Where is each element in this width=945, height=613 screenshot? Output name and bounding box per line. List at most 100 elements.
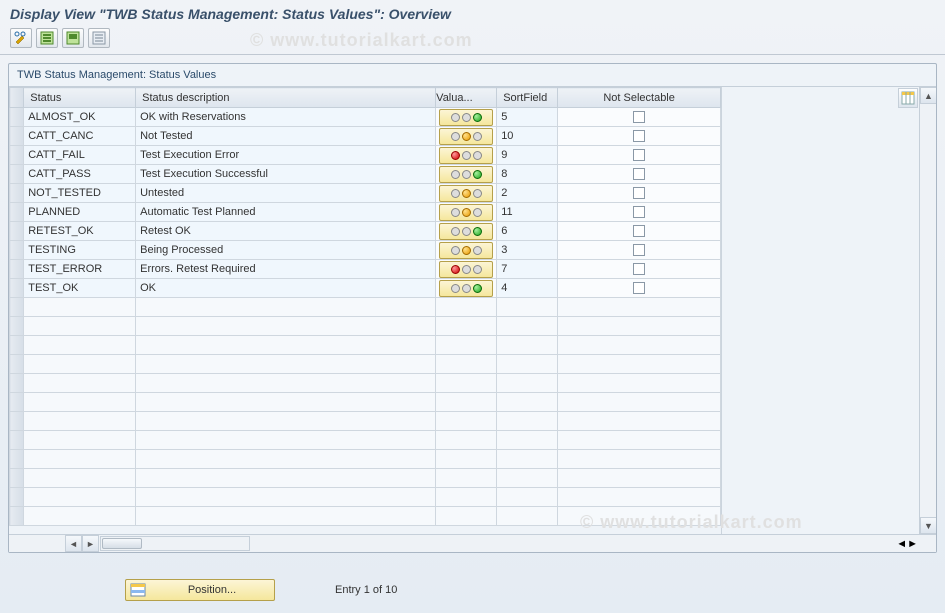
status-cell[interactable]: RETEST_OK: [24, 222, 135, 240]
sortfield-cell[interactable]: [497, 469, 557, 487]
not-selectable-cell[interactable]: [558, 450, 720, 468]
description-cell[interactable]: [136, 317, 435, 335]
valuation-button[interactable]: [439, 185, 493, 202]
description-cell[interactable]: Automatic Test Planned: [136, 203, 435, 221]
valuation-button[interactable]: [439, 204, 493, 221]
sortfield-cell[interactable]: 9: [497, 146, 557, 164]
valuation-cell[interactable]: [436, 317, 496, 335]
description-cell[interactable]: [136, 336, 435, 354]
scrollbar-track[interactable]: [100, 536, 250, 551]
status-cell[interactable]: ALMOST_OK: [24, 108, 135, 126]
not-selectable-cell[interactable]: [558, 317, 720, 335]
valuation-cell[interactable]: [436, 374, 496, 392]
description-cell[interactable]: [136, 393, 435, 411]
status-cell[interactable]: [24, 412, 135, 430]
not-selectable-cell[interactable]: [558, 298, 720, 316]
row-selector[interactable]: [10, 469, 24, 488]
sortfield-cell[interactable]: 6: [497, 222, 557, 240]
description-cell[interactable]: Not Tested: [136, 127, 435, 145]
not-selectable-cell[interactable]: [558, 374, 720, 392]
status-cell[interactable]: [24, 488, 135, 506]
description-cell[interactable]: [136, 507, 435, 525]
select-block-button[interactable]: [62, 28, 84, 48]
sortfield-cell[interactable]: [497, 393, 557, 411]
valuation-button[interactable]: [439, 280, 493, 297]
status-cell[interactable]: TEST_ERROR: [24, 260, 135, 278]
description-cell[interactable]: [136, 488, 435, 506]
status-cell[interactable]: CATT_FAIL: [24, 146, 135, 164]
description-cell[interactable]: [136, 469, 435, 487]
description-cell[interactable]: OK: [136, 279, 435, 297]
sortfield-cell[interactable]: 8: [497, 165, 557, 183]
status-cell[interactable]: [24, 317, 135, 335]
status-cell[interactable]: [24, 374, 135, 392]
row-selector[interactable]: [10, 298, 24, 317]
sortfield-cell[interactable]: 7: [497, 260, 557, 278]
scroll-right-button[interactable]: ►: [82, 535, 99, 552]
not-selectable-checkbox[interactable]: [633, 225, 645, 237]
scroll-left-button[interactable]: ◄: [896, 538, 907, 550]
not-selectable-cell[interactable]: [558, 431, 720, 449]
not-selectable-checkbox[interactable]: [633, 168, 645, 180]
valuation-cell[interactable]: [436, 431, 496, 449]
row-selector[interactable]: [10, 165, 24, 184]
row-selector[interactable]: [10, 222, 24, 241]
valuation-cell[interactable]: [436, 393, 496, 411]
status-cell[interactable]: TESTING: [24, 241, 135, 259]
sortfield-cell[interactable]: [497, 374, 557, 392]
not-selectable-cell[interactable]: [558, 336, 720, 354]
status-cell[interactable]: [24, 393, 135, 411]
description-cell[interactable]: Test Execution Error: [136, 146, 435, 164]
valuation-button[interactable]: [439, 261, 493, 278]
not-selectable-checkbox[interactable]: [633, 111, 645, 123]
valuation-cell[interactable]: [436, 507, 496, 525]
status-cell[interactable]: [24, 507, 135, 525]
scroll-down-button[interactable]: ▼: [920, 517, 936, 534]
horizontal-scrollbar-right[interactable]: ◄ ►: [896, 538, 936, 550]
sortfield-cell[interactable]: 10: [497, 127, 557, 145]
description-cell[interactable]: [136, 450, 435, 468]
status-cell[interactable]: PLANNED: [24, 203, 135, 221]
horizontal-scrollbar-left[interactable]: ◄ ►: [9, 535, 722, 552]
sortfield-cell[interactable]: [497, 450, 557, 468]
sortfield-cell[interactable]: [497, 317, 557, 335]
not-selectable-cell[interactable]: [558, 507, 720, 525]
select-all-button[interactable]: [36, 28, 58, 48]
status-cell[interactable]: [24, 355, 135, 373]
sortfield-cell[interactable]: 5: [497, 108, 557, 126]
row-selector[interactable]: [10, 260, 24, 279]
row-selector[interactable]: [10, 412, 24, 431]
status-cell[interactable]: [24, 336, 135, 354]
scroll-left-button[interactable]: ◄: [65, 535, 82, 552]
row-selector[interactable]: [10, 450, 24, 469]
row-selector[interactable]: [10, 108, 24, 127]
column-header-valuation[interactable]: Valua...: [436, 88, 497, 108]
deselect-all-button[interactable]: [88, 28, 110, 48]
not-selectable-cell[interactable]: [558, 412, 720, 430]
valuation-cell[interactable]: [436, 355, 496, 373]
row-selector[interactable]: [10, 203, 24, 222]
valuation-cell[interactable]: [436, 450, 496, 468]
description-cell[interactable]: [136, 431, 435, 449]
column-header-not-selectable[interactable]: Not Selectable: [558, 88, 721, 108]
row-selector[interactable]: [10, 431, 24, 450]
sortfield-cell[interactable]: [497, 336, 557, 354]
description-cell[interactable]: Errors. Retest Required: [136, 260, 435, 278]
scroll-right-button[interactable]: ►: [907, 538, 918, 550]
row-selector[interactable]: [10, 393, 24, 412]
description-cell[interactable]: OK with Reservations: [136, 108, 435, 126]
description-cell[interactable]: Untested: [136, 184, 435, 202]
status-cell[interactable]: CATT_PASS: [24, 165, 135, 183]
column-header-description[interactable]: Status description: [136, 88, 436, 108]
valuation-button[interactable]: [439, 223, 493, 240]
position-button[interactable]: Position...: [125, 579, 275, 601]
row-selector[interactable]: [10, 146, 24, 165]
row-selector[interactable]: [10, 279, 24, 298]
toggle-edit-button[interactable]: [10, 28, 32, 48]
row-selector[interactable]: [10, 184, 24, 203]
sortfield-cell[interactable]: 3: [497, 241, 557, 259]
sortfield-cell[interactable]: 4: [497, 279, 557, 297]
not-selectable-checkbox[interactable]: [633, 244, 645, 256]
status-cell[interactable]: [24, 298, 135, 316]
not-selectable-checkbox[interactable]: [633, 282, 645, 294]
